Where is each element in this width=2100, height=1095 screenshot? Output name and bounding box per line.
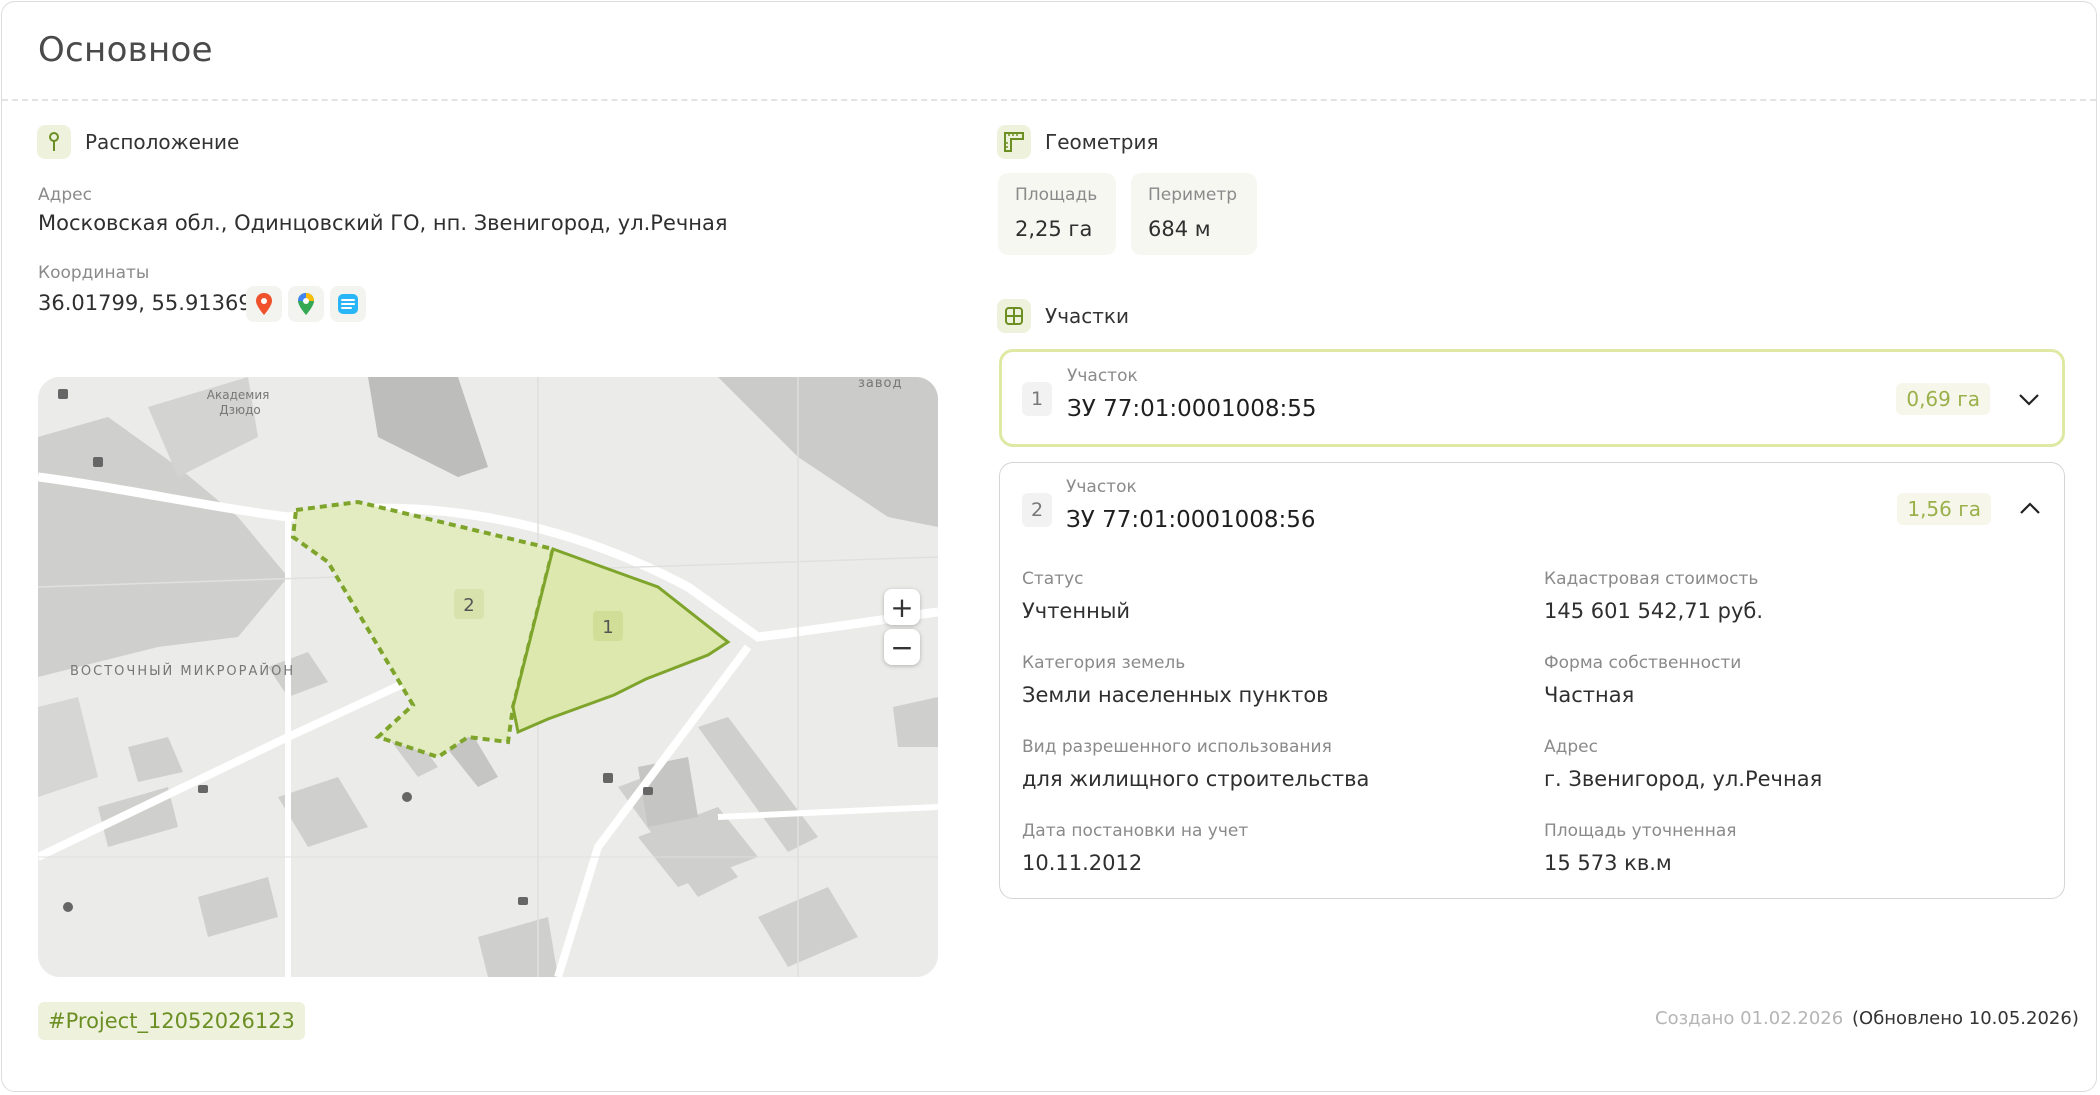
perimeter-label: Периметр	[1148, 185, 1238, 205]
zoom-in-button[interactable]: +	[884, 589, 920, 625]
parcel-label: Участок	[1067, 366, 1138, 386]
address-value: Московская обл., Одинцовский ГО, нп. Зве…	[38, 211, 728, 235]
chevron-up-icon[interactable]	[2017, 496, 2043, 522]
yandex-maps-icon[interactable]	[246, 286, 282, 322]
area-metric: Площадь 2,25 га	[998, 173, 1116, 255]
detail-value-status: Учтенный	[1022, 599, 1131, 623]
parcel-card-2[interactable]: 2 Участок ЗУ 77:01:0001008:56 1,56 га Ст…	[999, 462, 2065, 899]
address-label: Адрес	[38, 185, 92, 205]
map-label-academy-line2: Дзюдо	[219, 403, 261, 417]
2gis-icon[interactable]	[330, 286, 366, 322]
coords-label: Координаты	[38, 263, 150, 283]
parcel-area-badge: 1,56 га	[1897, 493, 1991, 525]
geometry-heading: Геометрия	[1045, 130, 1159, 154]
map-view[interactable]: 2 1 Академия Дзюдо завод ВОСТОЧНЫЙ МИКРО…	[38, 377, 938, 977]
updated-date: (Обновлено 10.05.2026)	[1852, 1008, 2079, 1029]
area-label: Площадь	[1015, 185, 1098, 205]
detail-label-land-category: Категория земель	[1022, 653, 1186, 673]
coord-map-links	[246, 286, 366, 322]
coords-value: 36.01799, 55.913697	[38, 291, 266, 315]
detail-label-status: Статус	[1022, 569, 1084, 589]
zoom-out-button[interactable]: −	[884, 629, 920, 665]
ruler-icon	[997, 125, 1031, 159]
map-canvas[interactable]: 2 1 Академия Дзюдо завод ВОСТОЧНЫЙ МИКРО…	[38, 377, 938, 977]
detail-label-registration-date: Дата постановки на учет	[1022, 821, 1249, 841]
parcel-card-1[interactable]: 1 Участок ЗУ 77:01:0001008:55 0,69 га	[999, 349, 2065, 447]
geometry-section-header: Геометрия	[997, 125, 1159, 159]
project-tag[interactable]: #Project_12052026123	[38, 1002, 305, 1040]
detail-label-permitted-use: Вид разрешенного использования	[1022, 737, 1332, 757]
detail-label-address: Адрес	[1544, 737, 1598, 757]
parcels-section-header: Участки	[997, 299, 1129, 333]
detail-label-refined-area: Площадь уточненная	[1544, 821, 1737, 841]
perimeter-metric: Периметр 684 м	[1131, 173, 1257, 255]
area-value: 2,25 га	[1015, 217, 1093, 241]
parcel-number: 1	[1022, 382, 1052, 416]
detail-value-refined-area: 15 573 кв.м	[1544, 851, 1672, 875]
detail-label-cadastral-cost: Кадастровая стоимость	[1544, 569, 1759, 589]
google-maps-icon[interactable]	[288, 286, 324, 322]
map-label-factory: завод	[858, 377, 902, 391]
map-label-academy-line1: Академия	[207, 388, 270, 402]
grid-icon	[997, 299, 1031, 333]
detail-value-cadastral-cost: 145 601 542,71 руб.	[1544, 599, 1764, 623]
parcels-heading: Участки	[1045, 304, 1129, 328]
location-section-header: Расположение	[37, 125, 239, 159]
parcel-title: ЗУ 77:01:0001008:55	[1067, 396, 1317, 422]
map-parcel-2-label: 2	[463, 595, 474, 616]
detail-value-permitted-use: для жилищного строительства	[1022, 767, 1370, 791]
page-title: Основное	[38, 30, 213, 70]
location-heading: Расположение	[85, 130, 240, 154]
detail-value-land-category: Земли населенных пунктов	[1022, 683, 1329, 707]
header-divider	[2, 99, 2096, 101]
created-date: Создано 01.02.2026	[1655, 1008, 1844, 1029]
detail-label-ownership: Форма собственности	[1544, 653, 1742, 673]
parcel-number: 2	[1022, 493, 1052, 527]
map-label-district: ВОСТОЧНЫЙ МИКРОРАЙОН	[70, 663, 295, 679]
detail-value-registration-date: 10.11.2012	[1022, 851, 1143, 875]
parcel-label: Участок	[1066, 477, 1137, 497]
detail-value-ownership: Частная	[1544, 683, 1635, 707]
parcel-area-badge: 0,69 га	[1896, 383, 1990, 415]
perimeter-value: 684 м	[1148, 217, 1211, 241]
chevron-down-icon[interactable]	[2016, 386, 2042, 412]
detail-value-address: г. Звенигород, ул.Речная	[1544, 767, 1823, 791]
location-pin-icon	[37, 125, 71, 159]
parcel-title: ЗУ 77:01:0001008:56	[1066, 507, 1316, 533]
map-parcel-1-label: 1	[602, 617, 613, 638]
main-card: Основное Расположение Адрес Московская о…	[1, 1, 2097, 1092]
